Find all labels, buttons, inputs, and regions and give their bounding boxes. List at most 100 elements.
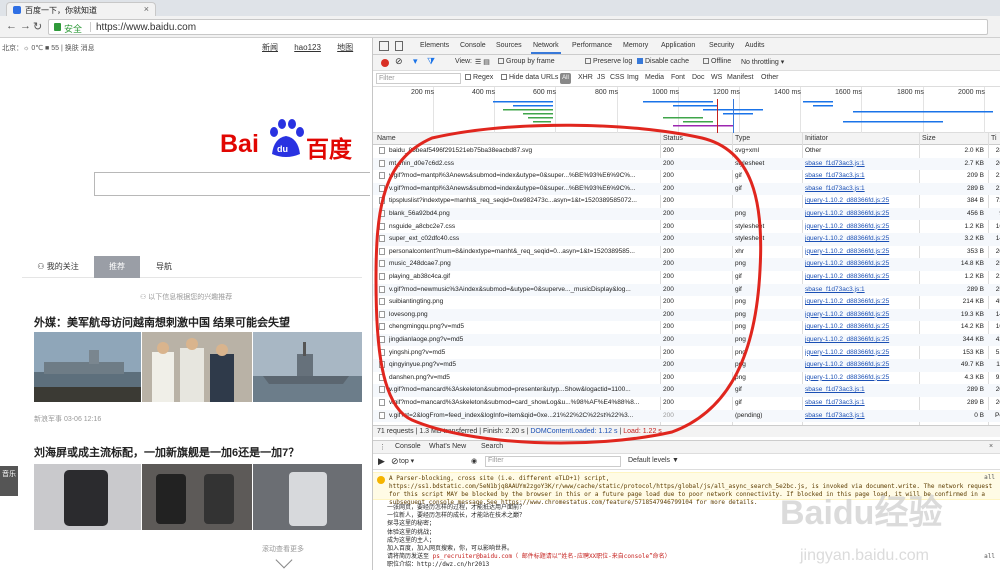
- news-headline-1[interactable]: 外媒：美军航母访问越南想刺激中国 结果可能会失望: [34, 314, 290, 330]
- cell-initiator[interactable]: jquery-1.10.2_d88366fd.js:25: [805, 223, 915, 230]
- regex-checkbox[interactable]: Regex: [465, 74, 493, 81]
- music-side-badge[interactable]: 音乐: [0, 466, 18, 496]
- tab-sources[interactable]: Sources: [496, 42, 522, 49]
- tab-navigation[interactable]: 导航: [140, 256, 188, 278]
- tab-network[interactable]: Network: [531, 42, 561, 54]
- forward-icon[interactable]: →: [20, 20, 31, 32]
- type-filter-doc[interactable]: Doc: [692, 74, 704, 81]
- cell-initiator[interactable]: jquery-1.10.2_d88366fd.js:25: [805, 235, 915, 242]
- news-images-2[interactable]: [34, 464, 362, 530]
- col-status[interactable]: Status: [663, 135, 683, 142]
- cell-initiator[interactable]: jquery-1.10.2_d88366fd.js:25: [805, 311, 915, 318]
- col-name[interactable]: Name: [377, 135, 396, 142]
- tab-memory[interactable]: Memory: [623, 42, 648, 49]
- request-row[interactable]: yingshi.png?v=md5 200 png jquery-1.10.2_d88…: [373, 347, 1000, 359]
- request-row[interactable]: chengmingqu.png?v=md5 200 png jquery-1.10.2…: [373, 321, 1000, 333]
- cell-initiator[interactable]: sbase_f1d73ac3.js:1: [805, 286, 915, 293]
- drawer-tab-console[interactable]: Console: [395, 443, 421, 450]
- news-headline-2[interactable]: 刘海屏或成主流标配，一加新旗舰是一加6还是一加7？: [34, 444, 299, 460]
- console-filter-input[interactable]: Filter: [485, 456, 621, 467]
- request-row[interactable]: mt_min_d0e7c6d2.css 200 stylesheet sbase_f1…: [373, 157, 1000, 170]
- type-filter-css[interactable]: CSS: [610, 74, 624, 81]
- drawer-menu-icon[interactable]: ⋮: [379, 443, 386, 451]
- chevron-down-icon[interactable]: [275, 551, 293, 569]
- type-filter-xhr[interactable]: XHR: [578, 74, 593, 81]
- cell-initiator[interactable]: jquery-1.10.2_d88366fd.js:25: [805, 210, 915, 217]
- search-input[interactable]: [94, 172, 370, 196]
- request-row[interactable]: music_248dcae7.png 200 png jquery-1.10.2_d8…: [373, 258, 1000, 271]
- request-row[interactable]: qingyinyue.png?v=md5 200 png jquery-1.10.2_…: [373, 359, 1000, 372]
- request-row[interactable]: tipspluslist?indextype=manht&_req_seqid=…: [373, 195, 1000, 207]
- list-view-icon[interactable]: ☰ ▤: [475, 58, 490, 66]
- cell-initiator[interactable]: jquery-1.10.2_d88366fd.js:25: [805, 361, 915, 368]
- recruit-email[interactable]: ps_recruiter@baidu.com（ 邮件标题请以“姓名-应聘XX职位…: [433, 553, 671, 560]
- cell-initiator[interactable]: jquery-1.10.2_d88366fd.js:25: [805, 336, 915, 343]
- browser-tab[interactable]: 百度一下，你就知道 ×: [6, 2, 156, 16]
- network-filter-input[interactable]: Filter: [376, 73, 461, 84]
- request-row[interactable]: v.gif?mod=newmusic%3Aindex&submod=&utype…: [373, 283, 1000, 296]
- type-filter-font[interactable]: Font: [671, 74, 685, 81]
- request-row[interactable]: v.gif?ct=2&logFrom=feed_index&logInfo=it…: [373, 409, 1000, 422]
- cell-initiator[interactable]: jquery-1.10.2_d88366fd.js:25: [805, 273, 915, 280]
- cell-initiator[interactable]: jquery-1.10.2_d88366fd.js:25: [805, 197, 915, 204]
- drawer-tab-search[interactable]: Search: [481, 443, 503, 450]
- offline-checkbox[interactable]: Offline: [703, 58, 731, 65]
- top-link-news[interactable]: 新闻: [262, 43, 278, 52]
- cell-initiator[interactable]: sbase_f1d73ac3.js:1: [805, 185, 915, 192]
- request-row[interactable]: danshen.png?v=md5 200 png jquery-1.10.2_d88…: [373, 372, 1000, 384]
- console-line[interactable]: 职位介绍：http://dwz.cn/hr2013: [387, 561, 671, 569]
- tab-elements[interactable]: Elements: [420, 42, 449, 49]
- request-row[interactable]: super_ext_c02dfc40.css 200 stylesheet jquer…: [373, 233, 1000, 246]
- capture-screenshot-icon[interactable]: ▾: [413, 56, 418, 67]
- url-text[interactable]: https://www.baidu.com: [96, 22, 196, 33]
- tab-my-follow[interactable]: ⚇ 我的关注: [22, 256, 94, 278]
- eye-icon[interactable]: ◉: [471, 457, 477, 465]
- reload-icon[interactable]: ↻: [33, 20, 42, 33]
- type-filter-manifest[interactable]: Manifest: [727, 74, 753, 81]
- cell-initiator[interactable]: jquery-1.10.2_d88366fd.js:25: [805, 374, 915, 381]
- cell-initiator[interactable]: sbase_f1d73ac3.js:1: [805, 386, 915, 393]
- context-select[interactable]: top ▾: [399, 457, 414, 465]
- top-link-hao123[interactable]: hao123: [294, 43, 321, 52]
- record-icon[interactable]: [381, 59, 389, 67]
- disable-cache-checkbox[interactable]: Disable cache: [637, 58, 689, 65]
- console-sidebar-icon[interactable]: ▶: [378, 456, 385, 467]
- filter-icon[interactable]: ⧩: [427, 56, 435, 67]
- type-filter-media[interactable]: Media: [645, 74, 664, 81]
- col-size[interactable]: Size: [922, 135, 936, 142]
- news-images-1[interactable]: [34, 332, 362, 402]
- drawer-tab-whats-new[interactable]: What's New: [429, 443, 466, 450]
- request-row[interactable]: v.gif?mod=mantpl%3Anews&submod=index&uty…: [373, 170, 1000, 182]
- type-filter-other[interactable]: Other: [761, 74, 779, 81]
- clear-icon[interactable]: ⊘: [395, 56, 403, 67]
- hide-data-urls-checkbox[interactable]: Hide data URLs: [501, 74, 558, 81]
- request-row[interactable]: v.gif?mod=mantpl%3Anews&submod=index&uty…: [373, 182, 1000, 196]
- cell-initiator[interactable]: jquery-1.10.2_d88366fd.js:25: [805, 323, 915, 330]
- cell-initiator[interactable]: jquery-1.10.2_d88366fd.js:25: [805, 349, 915, 356]
- request-row[interactable]: personalcontent?num=8&indextype=manht&_r…: [373, 246, 1000, 258]
- tab-application[interactable]: Application: [661, 42, 695, 49]
- cell-initiator[interactable]: sbase_f1d73ac3.js:1: [805, 412, 915, 419]
- clear-console-icon[interactable]: ⊘: [391, 456, 399, 467]
- back-icon[interactable]: ←: [6, 20, 17, 32]
- request-row[interactable]: v.gif?mod=mancard%3Askeleton&submod=card…: [373, 397, 1000, 409]
- request-row[interactable]: nsguide_a8cbc2e7.css 200 stylesheet jquery-…: [373, 221, 1000, 233]
- tab-console[interactable]: Console: [460, 42, 486, 49]
- preserve-log-checkbox[interactable]: Preserve log: [585, 58, 632, 65]
- tab-recommend[interactable]: 推荐: [94, 256, 140, 278]
- top-link-map[interactable]: 地图: [337, 43, 353, 52]
- cell-initiator[interactable]: jquery-1.10.2_d88366fd.js:25: [805, 298, 915, 305]
- cell-initiator[interactable]: sbase_f1d73ac3.js:1: [805, 160, 915, 167]
- tab-audits[interactable]: Audits: [745, 42, 764, 49]
- type-filter-js[interactable]: JS: [597, 74, 605, 81]
- col-initiator[interactable]: Initiator: [805, 135, 828, 142]
- type-filter-ws[interactable]: WS: [711, 74, 722, 81]
- log-levels-select[interactable]: Default levels ▼: [628, 457, 679, 464]
- col-time[interactable]: Ti: [991, 135, 997, 142]
- close-drawer-icon[interactable]: ×: [989, 443, 993, 450]
- throttling-select[interactable]: No throttling ▾: [741, 58, 784, 66]
- device-toolbar-icon[interactable]: [395, 41, 403, 51]
- request-row[interactable]: baidu_85beaf5496f291521eb75ba38eacbd87.s…: [373, 145, 1000, 157]
- request-row[interactable]: playing_ab38c4ca.gif 200 gif jquery-1.10.2_…: [373, 271, 1000, 283]
- tab-performance[interactable]: Performance: [572, 42, 612, 49]
